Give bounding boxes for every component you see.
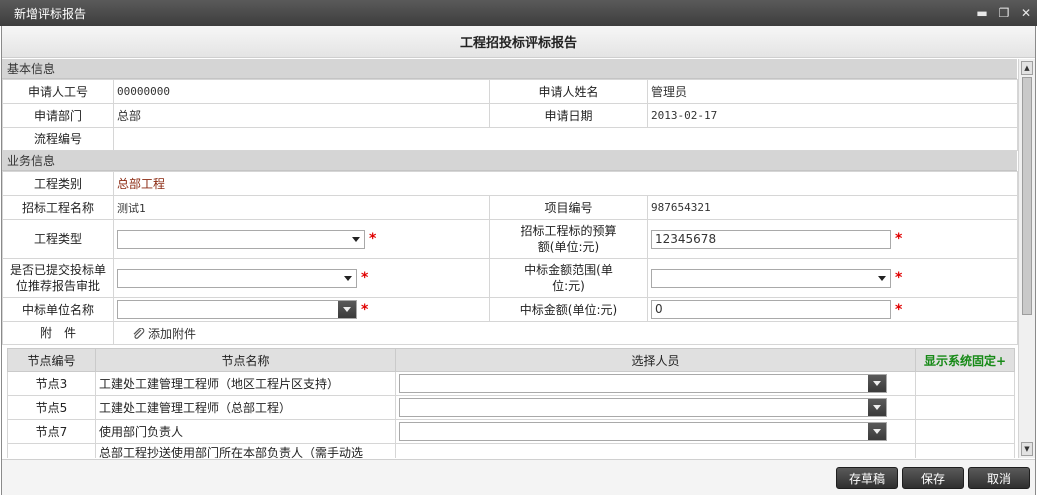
date-label: 申请日期 bbox=[489, 103, 648, 128]
applicant-name-value: 管理员 bbox=[647, 79, 1018, 104]
required-icon: * bbox=[895, 270, 903, 286]
basic-info-table: 申请人工号 00000000 申请人姓名 管理员 申请部门 总部 申请日期 20… bbox=[2, 79, 1018, 151]
category-label: 工程类别 bbox=[2, 171, 114, 196]
node-id: 节点5 bbox=[7, 395, 96, 420]
required-icon: * bbox=[361, 301, 369, 318]
vertical-scrollbar[interactable]: ▲ ▼ bbox=[1018, 59, 1035, 458]
section-basic-title: 基本信息 bbox=[7, 62, 56, 76]
node-name: 工建处工建管理工程师（地区工程片区支持） bbox=[95, 371, 396, 396]
project-no-label: 项目编号 bbox=[489, 195, 648, 220]
required-icon: * bbox=[369, 231, 377, 247]
paperclip-icon bbox=[133, 328, 145, 339]
project-name-value: 测试1 bbox=[113, 195, 490, 220]
chevron-down-icon bbox=[878, 275, 886, 281]
process-no-value bbox=[113, 127, 1018, 151]
form-content: 基本信息 申请人工号 00000000 申请人姓名 管理员 申请部门 总部 申请… bbox=[2, 59, 1019, 458]
date-value: 2013-02-17 bbox=[647, 103, 1018, 128]
table-row: 节点3 工建处工建管理工程师（地区工程片区支持） bbox=[7, 371, 1015, 396]
applicant-id-value: 00000000 bbox=[113, 79, 490, 104]
node-name: 工建处工建管理工程师（总部工程） bbox=[95, 395, 396, 420]
section-business-info: 业务信息 bbox=[2, 151, 1017, 171]
winner-select[interactable] bbox=[117, 300, 357, 319]
attachment-label: 附 件 bbox=[2, 321, 114, 345]
report-header: 工程招投标评标报告 bbox=[2, 26, 1035, 58]
submitted-label: 是否已提交投标单 位推荐报告审批 bbox=[2, 258, 114, 298]
project-type-label: 工程类型 bbox=[2, 219, 114, 259]
chevron-down-icon bbox=[868, 375, 886, 392]
project-type-select[interactable] bbox=[117, 229, 365, 249]
minimize-icon[interactable]: ▬ bbox=[971, 0, 993, 26]
select-person-header: 选择人员 bbox=[395, 348, 916, 372]
form-scroll-area[interactable]: 基本信息 申请人工号 00000000 申请人姓名 管理员 申请部门 总部 申请… bbox=[2, 59, 1035, 458]
section-basic-info: 基本信息 bbox=[2, 59, 1017, 79]
required-icon: * bbox=[895, 231, 903, 247]
category-value: 总部工程 bbox=[117, 177, 166, 191]
restore-icon[interactable]: ❐ bbox=[993, 0, 1015, 26]
cancel-button[interactable]: 取消 bbox=[968, 467, 1030, 489]
dialog-footer: 存草稿 保存 取消 bbox=[2, 459, 1035, 495]
save-draft-button[interactable]: 存草稿 bbox=[836, 467, 898, 489]
node-id: 节点7 bbox=[7, 419, 96, 444]
amount-range-select[interactable] bbox=[651, 268, 891, 288]
chevron-down-icon bbox=[352, 236, 360, 242]
winner-label: 中标单位名称 bbox=[2, 297, 114, 322]
chevron-down-icon bbox=[868, 399, 886, 416]
chevron-down-icon bbox=[344, 275, 352, 281]
window-titlebar: 新增评标报告 ▬ ❐ ✕ bbox=[0, 0, 1037, 26]
person-select[interactable] bbox=[399, 422, 887, 441]
required-icon: * bbox=[361, 270, 369, 286]
node-id: 节点3 bbox=[7, 371, 96, 396]
table-row: 节点5 工建处工建管理工程师（总部工程） bbox=[7, 395, 1015, 420]
section-business-title: 业务信息 bbox=[7, 154, 56, 168]
amount-range-label: 中标金额范围(单 位:元) bbox=[489, 258, 648, 298]
win-amount-input[interactable]: 0 bbox=[651, 300, 891, 319]
add-attachment-link[interactable]: 添加附件 bbox=[132, 327, 196, 341]
node-name: 使用部门负责人 bbox=[95, 419, 396, 444]
dialog-frame: 工程招投标评标报告 基本信息 申请人工号 00000000 申请人姓名 管理员 … bbox=[1, 26, 1036, 495]
budget-input[interactable]: 12345678 bbox=[651, 229, 891, 249]
win-amount-label: 中标金额(单位:元) bbox=[489, 297, 648, 322]
process-no-label: 流程编号 bbox=[2, 127, 114, 151]
node-name: 总部工程抄送使用部门所在本部负责人（需手动选 bbox=[95, 443, 396, 458]
department-label: 申请部门 bbox=[2, 103, 114, 128]
required-icon: * bbox=[895, 301, 903, 318]
node-id bbox=[7, 443, 96, 458]
project-no-value: 987654321 bbox=[646, 195, 1019, 220]
chevron-down-icon bbox=[868, 423, 886, 440]
department-value: 总部 bbox=[113, 103, 490, 128]
table-row: 总部工程抄送使用部门所在本部负责人（需手动选 bbox=[7, 443, 1015, 458]
close-icon[interactable]: ✕ bbox=[1015, 0, 1037, 26]
window-title: 新增评标报告 bbox=[14, 6, 87, 21]
applicant-name-label: 申请人姓名 bbox=[489, 79, 648, 104]
project-name-label: 招标工程名称 bbox=[2, 195, 114, 220]
chevron-down-icon bbox=[338, 301, 356, 318]
budget-label: 招标工程标的预算 额(单位:元) bbox=[489, 219, 648, 259]
business-info-table: 工程类别 总部工程 招标工程名称 测试1 项目编号 987654321 工程类型… bbox=[2, 171, 1019, 345]
table-row: 节点7 使用部门负责人 bbox=[7, 419, 1015, 444]
person-select[interactable] bbox=[399, 398, 887, 417]
save-button[interactable]: 保存 bbox=[902, 467, 964, 489]
person-select[interactable] bbox=[399, 374, 887, 393]
report-title: 工程招投标评标报告 bbox=[459, 36, 577, 51]
approval-nodes-table: 节点编号 节点名称 选择人员 显示系统固定+ 节点3 工建处工建管理工程师（地区… bbox=[7, 348, 1015, 458]
show-fixed-link[interactable]: 显示系统固定+ bbox=[924, 354, 1006, 368]
node-name-header: 节点名称 bbox=[95, 348, 396, 372]
submitted-select[interactable] bbox=[117, 268, 357, 288]
scroll-down-icon[interactable]: ▼ bbox=[1021, 442, 1033, 456]
applicant-id-label: 申请人工号 bbox=[2, 79, 114, 104]
node-id-header: 节点编号 bbox=[7, 348, 96, 372]
scroll-up-icon[interactable]: ▲ bbox=[1021, 61, 1033, 75]
scroll-thumb[interactable] bbox=[1022, 77, 1032, 315]
